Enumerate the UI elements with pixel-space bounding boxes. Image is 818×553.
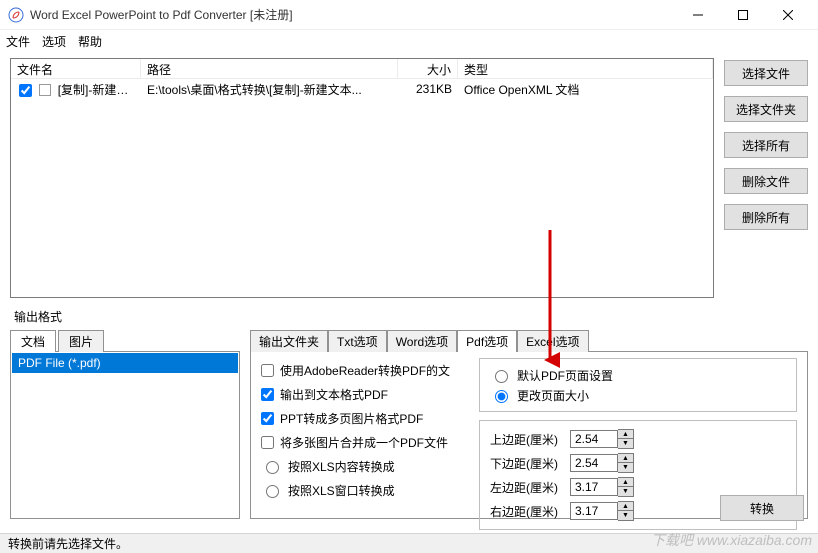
add-folder-button[interactable]: 选择文件夹	[724, 96, 808, 122]
window-title: Word Excel PowerPoint to Pdf Converter […	[30, 6, 675, 23]
spin-up-icon[interactable]: ▲	[618, 478, 633, 487]
minimize-button[interactable]	[675, 0, 720, 30]
opt-merge-imgs-label: 将多张图片合并成一个PDF文件	[280, 434, 448, 451]
opt-out-text-label: 输出到文本格式PDF	[280, 386, 388, 403]
col-path[interactable]: 路径	[141, 59, 398, 78]
title-bar: Word Excel PowerPoint to Pdf Converter […	[0, 0, 818, 30]
menu-bar: 文件 选项 帮助	[0, 30, 818, 52]
opt-xls-window[interactable]	[266, 485, 279, 498]
file-type: Office OpenXML 文档	[458, 79, 713, 100]
tab-word-options[interactable]: Word选项	[387, 330, 457, 352]
status-bar: 转换前请先选择文件。	[0, 533, 818, 553]
convert-button[interactable]: 转换	[720, 495, 804, 521]
file-row[interactable]: [复制]-新建文本... E:\tools\桌面\格式转换\[复制]-新建文本.…	[11, 79, 713, 99]
margin-right-input[interactable]	[570, 502, 618, 520]
opt-xls-window-label: 按照XLS窗口转换成	[288, 482, 395, 499]
radio-default-page-label: 默认PDF页面设置	[517, 367, 613, 384]
delete-file-button[interactable]: 删除文件	[724, 168, 808, 194]
margin-top-input[interactable]	[570, 430, 618, 448]
add-file-button[interactable]: 选择文件	[724, 60, 808, 86]
format-pdf[interactable]: PDF File (*.pdf)	[12, 353, 238, 373]
pdf-options-panel: 使用AdobeReader转换PDF的文 输出到文本格式PDF PPT转成多页图…	[250, 351, 808, 519]
opt-xls-content[interactable]	[266, 461, 279, 474]
file-list-header: 文件名 路径 大小 类型	[11, 59, 713, 79]
opt-xls-content-label: 按照XLS内容转换成	[288, 458, 395, 475]
radio-default-page[interactable]	[495, 370, 508, 383]
file-size: 231KB	[398, 80, 458, 98]
col-size[interactable]: 大小	[398, 59, 458, 78]
file-path: E:\tools\桌面\格式转换\[复制]-新建文本...	[141, 79, 398, 100]
app-icon	[8, 7, 24, 23]
col-type[interactable]: 类型	[458, 59, 713, 78]
delete-all-button[interactable]: 删除所有	[724, 204, 808, 230]
close-button[interactable]	[765, 0, 810, 30]
tab-excel-options[interactable]: Excel选项	[517, 330, 588, 352]
opt-ppt-multi[interactable]	[261, 412, 274, 425]
format-list[interactable]: PDF File (*.pdf)	[10, 351, 240, 519]
col-name[interactable]: 文件名	[11, 59, 141, 78]
file-list[interactable]: 文件名 路径 大小 类型 [复制]-新建文本... E:\tools\桌面\格式…	[10, 58, 714, 298]
menu-file[interactable]: 文件	[6, 33, 30, 50]
margin-left-input[interactable]	[570, 478, 618, 496]
select-all-button[interactable]: 选择所有	[724, 132, 808, 158]
spin-down-icon[interactable]: ▼	[618, 511, 633, 520]
spin-down-icon[interactable]: ▼	[618, 439, 633, 448]
margin-bottom-input[interactable]	[570, 454, 618, 472]
margin-bottom-label: 下边距(厘米)	[490, 455, 564, 472]
margin-top-label: 上边距(厘米)	[490, 431, 564, 448]
opt-use-adobe-label: 使用AdobeReader转换PDF的文	[280, 362, 450, 379]
spin-down-icon[interactable]: ▼	[618, 487, 633, 496]
margin-right-label: 右边距(厘米)	[490, 503, 564, 520]
tab-pdf-options[interactable]: Pdf选项	[457, 330, 517, 352]
spin-up-icon[interactable]: ▲	[618, 430, 633, 439]
file-checkbox[interactable]	[19, 84, 32, 97]
menu-options[interactable]: 选项	[42, 33, 66, 50]
file-name: [复制]-新建文本...	[58, 83, 141, 97]
opt-ppt-multi-label: PPT转成多页图片格式PDF	[280, 410, 423, 427]
radio-change-page[interactable]	[495, 390, 508, 403]
file-icon	[39, 84, 51, 96]
tab-txt-options[interactable]: Txt选项	[328, 330, 387, 352]
opt-out-text[interactable]	[261, 388, 274, 401]
output-format-label: 输出格式	[14, 308, 808, 325]
opt-merge-imgs[interactable]	[261, 436, 274, 449]
spin-down-icon[interactable]: ▼	[618, 463, 633, 472]
maximize-button[interactable]	[720, 0, 765, 30]
radio-change-page-label: 更改页面大小	[517, 387, 589, 404]
tab-output-folder[interactable]: 输出文件夹	[250, 330, 328, 352]
status-text: 转换前请先选择文件。	[8, 535, 128, 552]
margin-left-label: 左边距(厘米)	[490, 479, 564, 496]
spin-up-icon[interactable]: ▲	[618, 502, 633, 511]
tab-picture[interactable]: 图片	[58, 330, 104, 352]
spin-up-icon[interactable]: ▲	[618, 454, 633, 463]
opt-use-adobe[interactable]	[261, 364, 274, 377]
menu-help[interactable]: 帮助	[78, 33, 102, 50]
tab-document[interactable]: 文档	[10, 330, 56, 352]
page-setting-group: 默认PDF页面设置 更改页面大小	[479, 358, 797, 412]
